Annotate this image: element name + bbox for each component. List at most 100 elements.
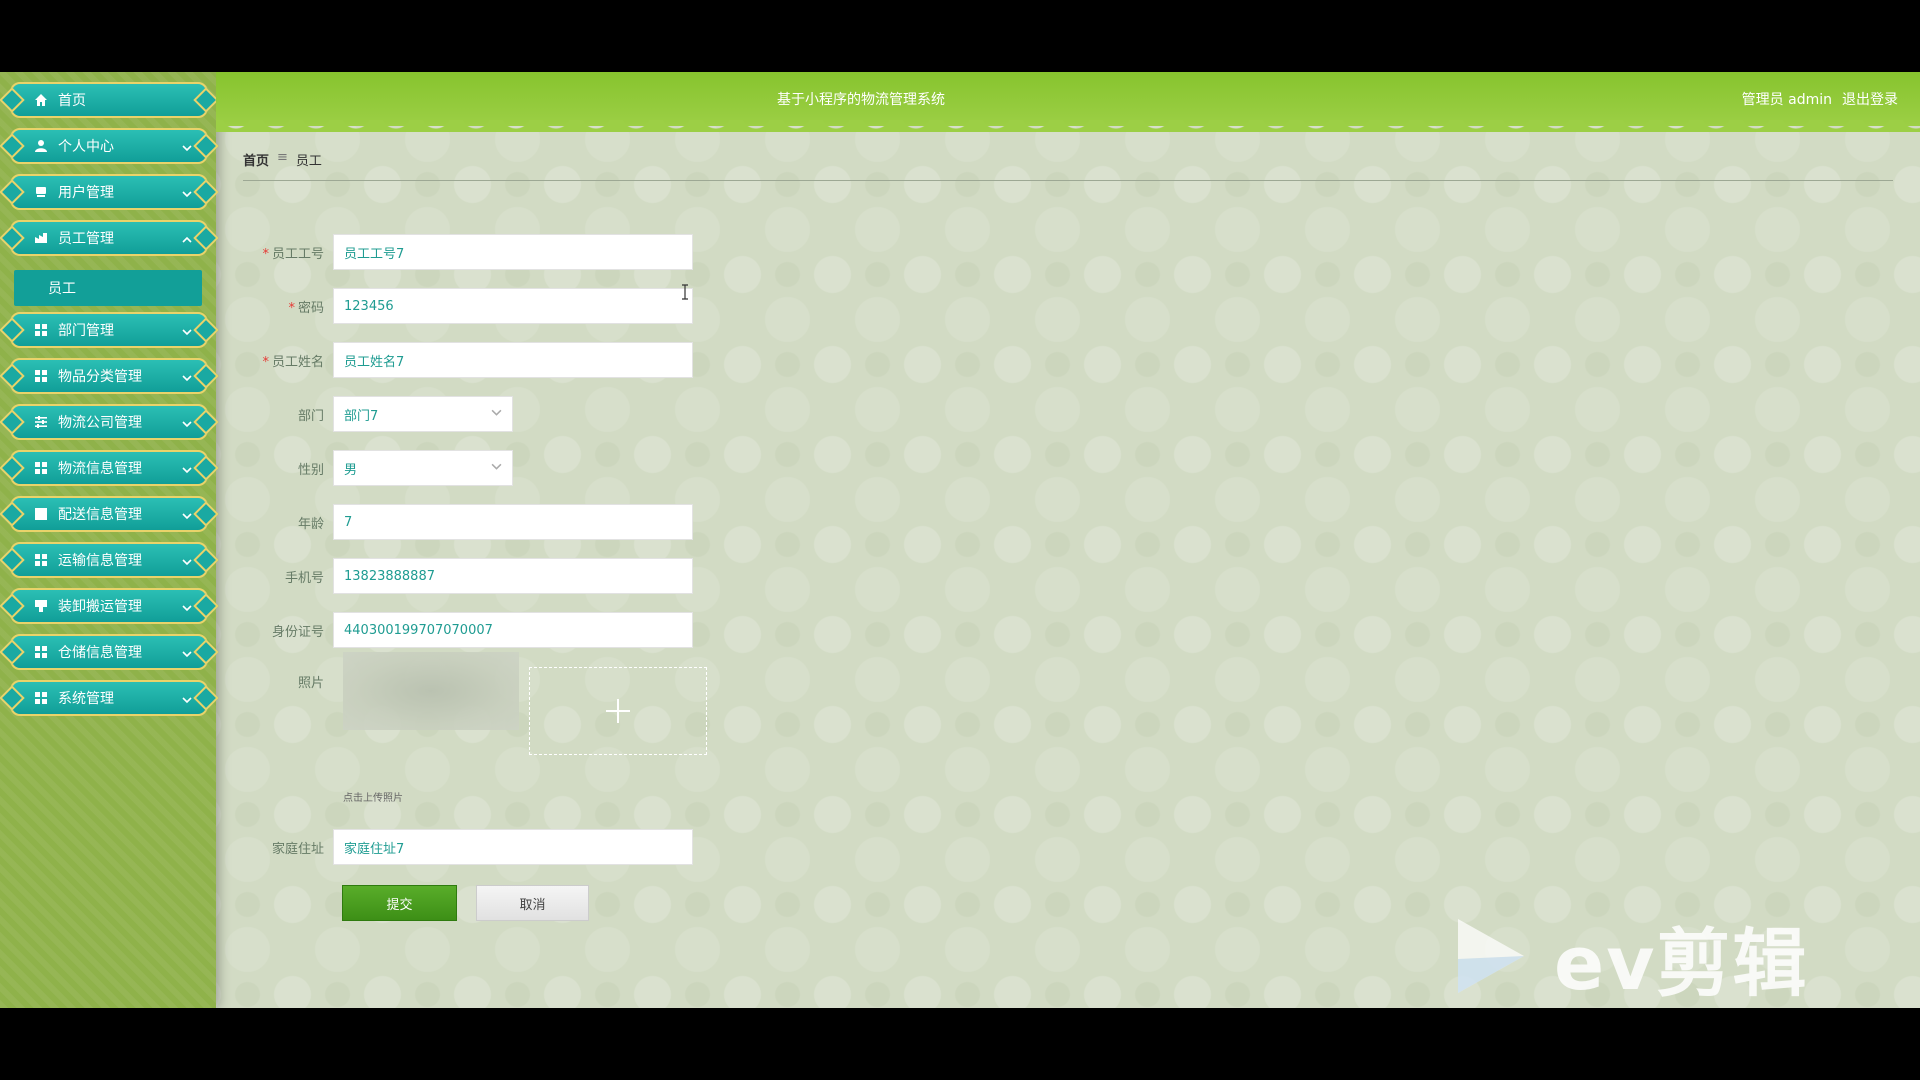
form-row-name: * 员工姓名 员工姓名7 xyxy=(240,342,693,378)
photo-preview xyxy=(343,652,519,730)
phone-input[interactable]: 13823888887 xyxy=(333,558,693,594)
chevron-down-icon xyxy=(182,555,192,566)
sidebar: 首页 个人中心 用户管理 员工管理 员工 部门管理 物品分类管理 物流公司管理 … xyxy=(0,72,216,1008)
logout-link[interactable]: 退出登录 xyxy=(1842,89,1898,109)
form-row-id-card: 身份证号 440300199707070007 xyxy=(240,612,693,648)
department-value: 部门7 xyxy=(344,408,379,424)
chevron-down-icon xyxy=(182,325,192,336)
top-header: 基于小程序的物流管理系统 管理员 admin 退出登录 xyxy=(216,72,1920,132)
department-select[interactable]: 部门7 xyxy=(333,396,513,432)
sidebar-item-loading-management[interactable]: 装卸搬运管理 xyxy=(10,588,208,624)
sidebar-item-label: 个人中心 xyxy=(58,139,114,155)
staff-icon xyxy=(34,231,48,245)
user-area: 管理员 admin 退出登录 xyxy=(1742,89,1898,109)
play-logo-icon xyxy=(1452,915,1528,1001)
sidebar-item-logistics-company-management[interactable]: 物流公司管理 xyxy=(10,404,208,440)
chevron-down-icon xyxy=(182,693,192,704)
user-label: 管理员 admin xyxy=(1741,92,1832,108)
chevron-down-icon xyxy=(182,647,192,658)
sidebar-item-label: 员工管理 xyxy=(58,231,114,247)
users-icon xyxy=(34,185,48,199)
name-label: * 员工姓名 xyxy=(262,354,324,370)
upload-photo-button[interactable] xyxy=(529,667,707,755)
gender-label: 性别 xyxy=(297,462,324,478)
sidebar-item-label: 物品分类管理 xyxy=(58,369,142,385)
sidebar-subitem-staff[interactable]: 员工 xyxy=(14,270,202,306)
sidebar-item-label: 部门管理 xyxy=(58,323,114,339)
name-input[interactable]: 员工姓名7 xyxy=(333,342,693,378)
grid-icon xyxy=(34,461,48,475)
form-row-department: 部门 部门7 xyxy=(240,396,513,432)
watermark-text: ev剪辑 xyxy=(1554,921,1809,1007)
sidebar-item-label: 运输信息管理 xyxy=(58,553,142,569)
chevron-down-icon xyxy=(182,187,192,198)
cancel-button[interactable]: 取消 xyxy=(476,885,589,921)
gender-select[interactable]: 男 xyxy=(333,450,513,486)
sidebar-item-department-management[interactable]: 部门管理 xyxy=(10,312,208,348)
sidebar-item-label: 装卸搬运管理 xyxy=(58,599,142,615)
sidebar-item-label: 系统管理 xyxy=(58,691,114,707)
chevron-up-icon xyxy=(182,233,192,243)
sidebar-item-item-category-management[interactable]: 物品分类管理 xyxy=(10,358,208,394)
watermark: ev剪辑 xyxy=(1452,904,1808,1008)
required-mark: * xyxy=(262,246,269,262)
sidebar-item-label: 用户管理 xyxy=(58,185,114,201)
sidebar-item-system-management[interactable]: 系统管理 xyxy=(10,680,208,716)
app-screen: 首页 个人中心 用户管理 员工管理 员工 部门管理 物品分类管理 物流公司管理 … xyxy=(0,72,1920,1008)
breadcrumb-current: 员工 xyxy=(295,154,322,169)
required-mark: * xyxy=(262,354,269,370)
breadcrumb-separator: ≡ xyxy=(277,150,288,165)
chevron-down-icon xyxy=(491,461,502,476)
gender-value: 男 xyxy=(344,462,358,478)
form-row-age: 年龄 7 xyxy=(240,504,693,540)
chevron-down-icon xyxy=(182,463,192,474)
chevron-down-icon xyxy=(491,407,502,422)
form-row-phone: 手机号 13823888887 xyxy=(240,558,693,594)
app-title: 基于小程序的物流管理系统 xyxy=(777,92,945,108)
sidebar-item-label: 物流公司管理 xyxy=(58,415,142,431)
sidebar-item-label: 首页 xyxy=(58,93,86,109)
submit-button[interactable]: 提交 xyxy=(342,885,457,921)
form-row-password: * 密码 123456 xyxy=(240,288,693,324)
upload-hint: 点击上传照片 xyxy=(343,793,403,804)
chart-icon xyxy=(34,507,48,521)
sidebar-item-transport-info-management[interactable]: 运输信息管理 xyxy=(10,542,208,578)
id-card-label: 身份证号 xyxy=(271,624,324,640)
user-icon xyxy=(34,139,48,153)
grid-icon xyxy=(34,323,48,337)
breadcrumb-home[interactable]: 首页 xyxy=(243,150,269,169)
sidebar-item-label: 配送信息管理 xyxy=(58,507,142,523)
grid-icon xyxy=(34,553,48,567)
sidebar-item-personal-center[interactable]: 个人中心 xyxy=(10,128,208,164)
form-row-gender: 性别 男 xyxy=(240,450,513,486)
grid-icon xyxy=(34,645,48,659)
chevron-down-icon xyxy=(182,417,192,428)
form-row-employee-id: * 员工工号 员工工号7 xyxy=(240,234,693,270)
password-label: * 密码 xyxy=(288,300,324,316)
age-input[interactable]: 7 xyxy=(333,504,693,540)
department-label: 部门 xyxy=(297,408,324,424)
password-input[interactable]: 123456 xyxy=(333,288,693,324)
sidebar-item-home[interactable]: 首页 xyxy=(10,82,208,118)
employee-id-input[interactable]: 员工工号7 xyxy=(333,234,693,270)
form-row-address: 家庭住址 家庭住址7 xyxy=(240,829,693,865)
sidebar-item-delivery-info-management[interactable]: 配送信息管理 xyxy=(10,496,208,532)
photo-label: 照片 xyxy=(297,676,324,691)
sidebar-item-label: 物流信息管理 xyxy=(58,461,142,477)
truck-icon xyxy=(34,599,48,613)
chevron-down-icon xyxy=(182,371,192,382)
chevron-down-icon xyxy=(182,601,192,612)
sidebar-item-label: 仓储信息管理 xyxy=(58,645,142,661)
home-icon xyxy=(34,93,48,107)
address-input[interactable]: 家庭住址7 xyxy=(333,829,693,865)
grid-icon xyxy=(34,691,48,705)
sidebar-item-logistics-info-management[interactable]: 物流信息管理 xyxy=(10,450,208,486)
breadcrumb: 首页 ≡ 员工 xyxy=(243,150,1893,181)
sidebar-item-staff-management[interactable]: 员工管理 xyxy=(10,220,208,256)
sidebar-item-warehouse-info-management[interactable]: 仓储信息管理 xyxy=(10,634,208,670)
id-card-input[interactable]: 440300199707070007 xyxy=(333,612,693,648)
phone-label: 手机号 xyxy=(284,570,324,586)
grid-icon xyxy=(34,369,48,383)
sidebar-item-user-management[interactable]: 用户管理 xyxy=(10,174,208,210)
text-cursor-icon xyxy=(681,284,689,300)
